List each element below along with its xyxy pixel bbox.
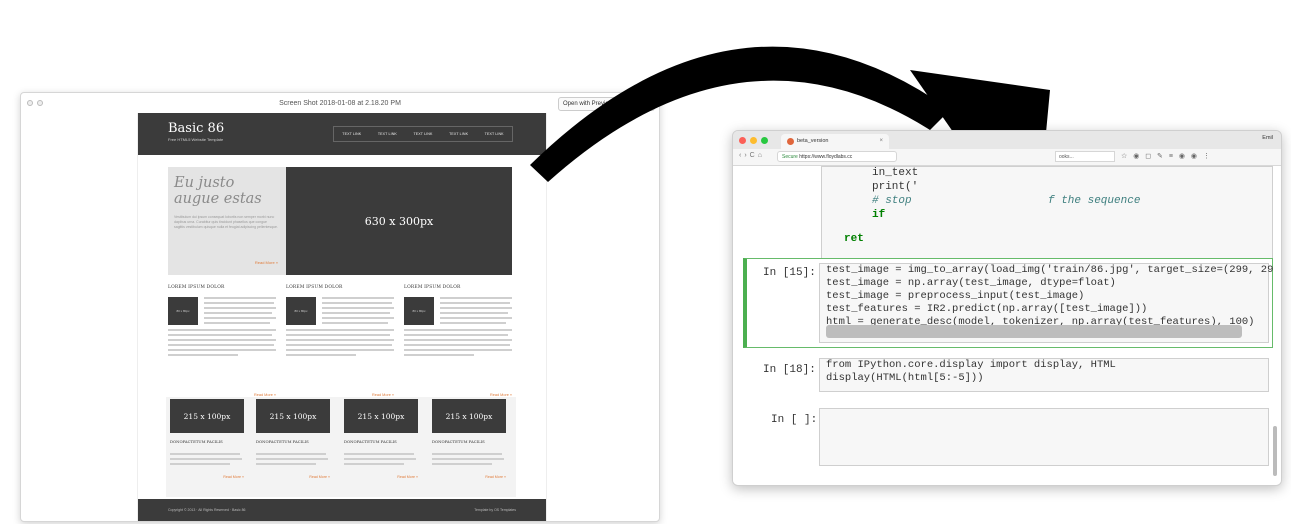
code-line: test_features = IR2.predict(np.array([te… (826, 303, 1148, 315)
box-read-more-link[interactable]: Read More » (223, 475, 244, 479)
close-window-icon[interactable] (27, 100, 33, 106)
browser-toolbar: ‹›C⌂ Secure https://www.floydlabs.cc ook… (733, 149, 1281, 166)
feature-box: 215 x 100px DONOFACTETUM FACILIS Read Mo… (256, 397, 330, 479)
code-cell-selected[interactable]: In [15]: test_image = img_to_array(load_… (743, 258, 1273, 348)
cell-input[interactable]: test_image = img_to_array(load_img('trai… (819, 263, 1274, 343)
code-line: test_image = img_to_array(load_img('trai… (826, 264, 1274, 276)
nav-buttons[interactable]: ‹›C⌂ (739, 152, 765, 159)
cell-prompt: In [ ]: (771, 414, 818, 426)
close-tab-icon[interactable]: × (879, 134, 883, 149)
box-heading: DONOFACTETUM FACILIS (432, 439, 485, 444)
box-heading: DONOFACTETUM FACILIS (344, 439, 397, 444)
hero-read-more-link[interactable]: Read More » (255, 260, 278, 265)
box-heading: DONOFACTETUM FACILIS (170, 439, 223, 444)
column-thumbnail: 80 x 80px (404, 297, 434, 325)
profile-name[interactable]: Emil (1262, 135, 1273, 141)
browser-window: beta_version × Emil ‹›C⌂ Secure https://… (732, 130, 1282, 486)
footer-credit[interactable]: Template by OS Templates (474, 508, 516, 512)
box-read-more-link[interactable]: Read More » (309, 475, 330, 479)
browser-tab-bar: beta_version × Emil (733, 131, 1281, 149)
code-line: test_image = preprocess_input(test_image… (826, 290, 1085, 302)
site-footer: Copyright © 2013 · All Rights Reserved ·… (138, 499, 546, 521)
minimize-window-icon[interactable] (37, 100, 43, 106)
site-nav: TEXT LINK TEXT LINK TEXT LINK TEXT LINK … (333, 126, 513, 142)
code-cell-empty[interactable]: In [ ]: (743, 406, 1273, 470)
site-subtitle: Free HTML5 Website Template (168, 137, 224, 142)
hero-heading: Eu justo augue estas (174, 175, 262, 207)
nav-link[interactable]: TEXT LINK (378, 132, 397, 136)
notebook-area: in_text print(' # stop f the sequence if… (733, 166, 1281, 485)
jupyter-favicon-icon (787, 138, 794, 145)
footer-copyright: Copyright © 2013 · All Rights Reserved ·… (168, 508, 246, 512)
box-image-placeholder: 215 x 100px (170, 399, 244, 433)
hero-paragraph: Vestibulum dui ipsum consequat lobortis … (174, 215, 278, 229)
code-line: in_text (872, 167, 919, 179)
code-cell-previous[interactable]: in_text print(' # stop f the sequence if… (821, 166, 1273, 260)
cell-input[interactable] (819, 408, 1269, 466)
maximize-window-icon[interactable] (761, 137, 768, 144)
column-heading: LOREM IPSUM DOLOR (168, 285, 225, 290)
code-line: display(HTML(html[5:-5])) (826, 372, 984, 384)
hero-image-placeholder: 630 x 300px (286, 167, 512, 275)
code-line: print(' (872, 181, 919, 193)
cell-input[interactable]: from IPython.core.display import display… (819, 358, 1269, 392)
box-heading: DONOFACTETUM FACILIS (256, 439, 309, 444)
column-thumbnail: 80 x 80px (168, 297, 198, 325)
hero-text-panel: Eu justo augue estas Vestibulum dui ipsu… (168, 167, 286, 275)
nav-link[interactable]: TEXT LINK (342, 132, 361, 136)
minimize-window-icon[interactable] (750, 137, 757, 144)
window-controls (27, 100, 43, 106)
nav-link[interactable]: TEXT LINK (449, 132, 468, 136)
site-header: Basic 86 Free HTML5 Website Template TEX… (138, 113, 546, 155)
site-title: Basic 86 (168, 121, 225, 136)
address-bar-tail[interactable]: ooks... (1055, 151, 1115, 162)
feature-boxes-row: 215 x 100px DONOFACTETUM FACILIS Read Mo… (166, 397, 516, 497)
code-cell[interactable]: In [18]: from IPython.core.display impor… (743, 356, 1273, 396)
code-line: ret (844, 233, 864, 245)
vertical-scrollbar[interactable] (1273, 426, 1277, 476)
cell-prompt: In [18]: (763, 364, 816, 376)
website-screenshot: Basic 86 Free HTML5 Website Template TEX… (137, 113, 547, 521)
preview-title: Screen Shot 2018-01-08 at 2.18.20 PM (279, 99, 401, 107)
nav-link[interactable]: TEXT LINK (413, 132, 432, 136)
code-line: from IPython.core.display import display… (826, 359, 1116, 371)
feature-box: 215 x 100px DONOFACTETUM FACILIS Read Mo… (432, 397, 506, 479)
close-window-icon[interactable] (739, 137, 746, 144)
column-heading: LOREM IPSUM DOLOR (404, 285, 461, 290)
column-thumbnail: 80 x 80px (286, 297, 316, 325)
code-comment: # stop (872, 195, 912, 207)
extension-icons[interactable]: ☆ ◉ ◻ ✎ ≡ ◉ ◉ ⋮ (1121, 152, 1212, 160)
code-comment: f the sequence (1048, 195, 1141, 207)
content-column: LOREM IPSUM DOLOR 80 x 80px Read More » (404, 285, 512, 397)
content-column: LOREM IPSUM DOLOR 80 x 80px Read More » (168, 285, 276, 397)
content-column: LOREM IPSUM DOLOR 80 x 80px Read More » (286, 285, 394, 397)
window-controls (739, 137, 768, 144)
address-bar[interactable]: Secure https://www.floydlabs.cc (777, 151, 897, 162)
box-image-placeholder: 215 x 100px (432, 399, 506, 433)
address-url: https://www.floydlabs.cc (799, 154, 853, 160)
feature-box: 215 x 100px DONOFACTETUM FACILIS Read Mo… (170, 397, 244, 479)
code-line: if (872, 209, 886, 221)
tab-title: beta_version (797, 138, 829, 144)
horizontal-scrollbar[interactable] (826, 325, 1242, 338)
cell-prompt: In [15]: (763, 267, 816, 279)
nav-link[interactable]: TEXT LINK (485, 132, 504, 136)
box-image-placeholder: 215 x 100px (344, 399, 418, 433)
browser-tab[interactable]: beta_version × (781, 134, 889, 149)
code-line: test_image = np.array(test_image, dtype=… (826, 277, 1116, 289)
secure-label: Secure (782, 154, 798, 160)
box-read-more-link[interactable]: Read More » (397, 475, 418, 479)
column-heading: LOREM IPSUM DOLOR (286, 285, 343, 290)
feature-box: 215 x 100px DONOFACTETUM FACILIS Read Mo… (344, 397, 418, 479)
box-image-placeholder: 215 x 100px (256, 399, 330, 433)
box-read-more-link[interactable]: Read More » (485, 475, 506, 479)
